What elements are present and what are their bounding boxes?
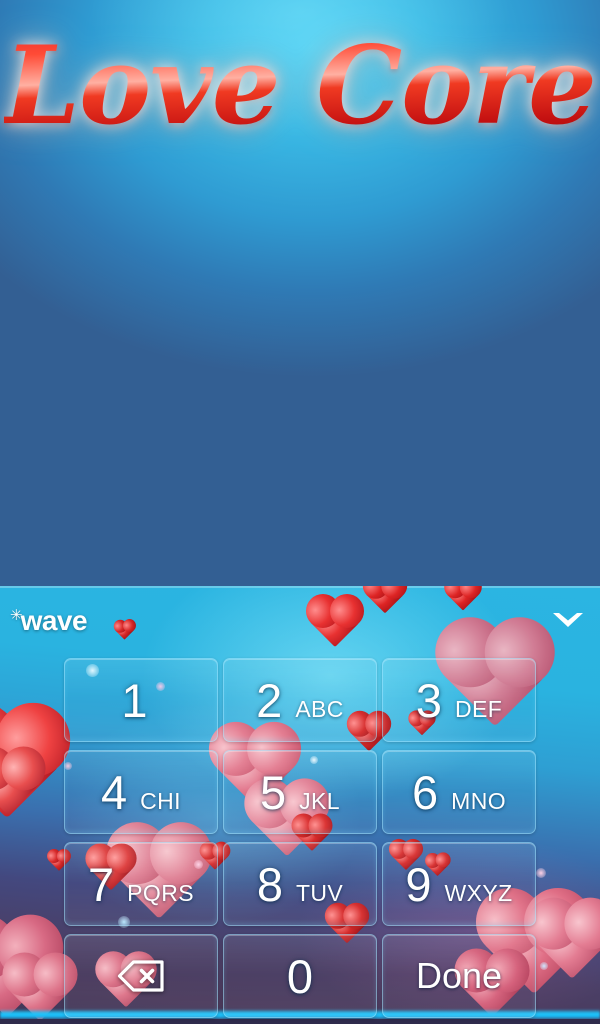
sparkle-dot (540, 962, 548, 970)
key-digit: 0 (286, 949, 314, 1003)
key-letters: JKL (299, 787, 340, 814)
heart-decoration (535, 905, 600, 979)
dialpad-keyboard: ✳ wave 1 2 ABC 3 DEF 4 CHI 5 JKL 6 MNO 7… (0, 586, 600, 1024)
key-digit: 9 (405, 857, 432, 911)
key-digit: 2 (256, 673, 283, 727)
key-done[interactable]: Done (382, 934, 536, 1018)
key-1[interactable]: 1 (64, 658, 218, 742)
keyboard-bottom-edge (0, 1019, 600, 1024)
key-digit: 5 (260, 765, 287, 819)
key-letters: PQRS (127, 879, 194, 906)
brand-logo: ✳ wave (10, 605, 88, 636)
key-7[interactable]: 7 PQRS (64, 842, 218, 926)
key-digit: 8 (256, 857, 283, 911)
key-letters: CHI (140, 787, 181, 814)
brand-label: wave (20, 605, 88, 636)
key-0[interactable]: 0 (223, 934, 377, 1018)
heart-decoration (0, 924, 54, 1018)
phone-screen: Love Core ✳ wave 1 2 ABC 3 DEF 4 CHI 5 J… (0, 0, 600, 1024)
key-letters: TUV (295, 879, 344, 906)
keyboard-header: ✳ wave (0, 586, 600, 656)
theme-title-container: Love Core (0, 23, 600, 149)
key-digit: 7 (88, 857, 115, 911)
key-3[interactable]: 3 DEF (382, 658, 536, 742)
wallpaper-area: Love Core (0, 0, 600, 586)
key-digit: 4 (101, 765, 128, 819)
dialpad-key-grid: 1 2 ABC 3 DEF 4 CHI 5 JKL 6 MNO 7 PQRS 8… (64, 658, 536, 1018)
backspace-icon (117, 960, 164, 992)
key-letters: MNO (451, 787, 506, 814)
key-letters: WXYZ (444, 879, 513, 906)
heart-decoration (8, 958, 72, 1022)
key-6[interactable]: 6 MNO (382, 750, 536, 834)
heart-decoration (0, 752, 40, 816)
key-9[interactable]: 9 WXYZ (382, 842, 536, 926)
key-4[interactable]: 4 CHI (64, 750, 218, 834)
key-5[interactable]: 5 JKL (223, 750, 377, 834)
key-backspace[interactable] (64, 934, 218, 1018)
heart-decoration (0, 713, 60, 819)
key-digit: 3 (415, 673, 442, 727)
key-letters: DEF (454, 695, 503, 722)
sparkle-dot (536, 868, 546, 878)
chevron-down-icon (553, 613, 583, 627)
key-2[interactable]: 2 ABC (223, 658, 377, 742)
page-title: Love Core (4, 23, 597, 149)
key-letters: ABC (295, 695, 344, 722)
collapse-keyboard-button[interactable] (548, 604, 588, 638)
done-label: Done (415, 955, 503, 996)
key-digit: 1 (121, 673, 148, 727)
key-digit: 6 (412, 765, 439, 819)
key-8[interactable]: 8 TUV (223, 842, 377, 926)
